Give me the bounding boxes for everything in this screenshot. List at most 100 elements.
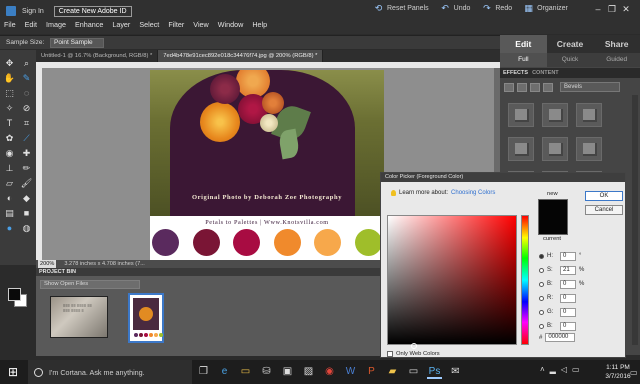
- chrome-icon[interactable]: ◉: [322, 364, 337, 379]
- redo-button[interactable]: ↷ Redo: [482, 4, 512, 13]
- apply-icon[interactable]: [543, 82, 553, 92]
- clone-stamp-icon[interactable]: ⊥: [3, 163, 16, 174]
- tab-content[interactable]: CONTENT: [532, 68, 559, 78]
- file-explorer-icon[interactable]: ▭: [238, 364, 253, 379]
- doc-tab-untitled[interactable]: Untitled-1 @ 16.7% (Background, RGB/8) *: [36, 50, 159, 62]
- powerpoint-icon[interactable]: P: [364, 364, 379, 379]
- ok-button[interactable]: OK: [585, 191, 623, 201]
- pencil-tool-icon[interactable]: ✏: [20, 163, 33, 174]
- menu-view[interactable]: View: [193, 20, 208, 29]
- crop-tool-icon[interactable]: ⌗: [20, 118, 33, 129]
- folder-icon[interactable]: ▰: [385, 364, 400, 379]
- menu-help[interactable]: Help: [252, 20, 267, 29]
- tab-edit[interactable]: Edit: [500, 35, 547, 53]
- color-field[interactable]: [387, 215, 517, 345]
- eraser-tool-icon[interactable]: ▱: [3, 178, 16, 189]
- menu-image[interactable]: Image: [46, 20, 66, 29]
- straighten-tool-icon[interactable]: ⟋: [20, 133, 33, 144]
- paint-bucket-icon[interactable]: ◆: [20, 193, 33, 204]
- show-hidden-icon[interactable]: ˄: [540, 365, 545, 374]
- cookie-cutter-icon[interactable]: ✿: [3, 133, 16, 144]
- menu-window[interactable]: Window: [218, 20, 244, 29]
- show-files-select[interactable]: Show Open Files: [40, 280, 140, 289]
- green-radio[interactable]: [539, 309, 544, 315]
- effect-category-select[interactable]: Bevels: [560, 82, 620, 92]
- menu-select[interactable]: Select: [139, 20, 159, 29]
- brightness-input[interactable]: 0: [560, 279, 576, 289]
- move-tool-icon[interactable]: ✥: [3, 58, 16, 69]
- effect-thumbnail[interactable]: [576, 137, 602, 161]
- layer-styles-icon[interactable]: [517, 82, 527, 92]
- tab-create[interactable]: Create: [547, 35, 594, 53]
- monitor-icon[interactable]: ▭: [406, 364, 421, 379]
- menu-filter[interactable]: Filter: [168, 20, 184, 29]
- selection-brush-icon[interactable]: ⊘: [20, 103, 33, 114]
- sponge-tool-icon[interactable]: ◍: [20, 223, 33, 234]
- red-input[interactable]: 0: [560, 293, 576, 303]
- tab-guided[interactable]: Guided: [593, 53, 640, 67]
- windows-start-icon[interactable]: ⊞: [8, 366, 20, 378]
- blue-radio[interactable]: [539, 323, 544, 329]
- shape-tool-icon[interactable]: ■: [20, 208, 33, 219]
- create-id-button[interactable]: Create New Adobe ID: [53, 5, 132, 17]
- filters-icon[interactable]: [504, 82, 514, 92]
- photoshop-elements-icon[interactable]: Ps: [427, 364, 442, 379]
- magic-wand-icon[interactable]: ✧: [3, 103, 16, 114]
- green-input[interactable]: 0: [560, 307, 576, 317]
- tab-effects[interactable]: EFFECTS: [503, 68, 528, 78]
- zoom-level[interactable]: 200%: [38, 260, 57, 268]
- palette-strip[interactable]: Petals to Palettes | Www.Knotsvilla.com: [150, 216, 384, 260]
- smart-brush-icon[interactable]: ◐: [3, 193, 16, 204]
- brightness-radio[interactable]: [539, 281, 544, 287]
- tab-quick[interactable]: Quick: [547, 53, 594, 67]
- cancel-button[interactable]: Cancel: [585, 205, 623, 215]
- bouquet-photo[interactable]: Original Photo by Deborah Zoe Photograph…: [150, 70, 384, 216]
- foreground-color-swatch[interactable]: [8, 288, 21, 301]
- menu-layer[interactable]: Layer: [112, 20, 130, 29]
- close-icon[interactable]: ✕: [620, 4, 632, 14]
- bin-thumbnail-photo[interactable]: [128, 293, 164, 343]
- hand-tool-icon[interactable]: ✋: [3, 73, 16, 84]
- red-eye-tool-icon[interactable]: ◉: [3, 148, 16, 159]
- photo-app-icon[interactable]: ▨: [301, 364, 316, 379]
- notifications-icon[interactable]: ▭: [630, 368, 638, 377]
- hue-radio[interactable]: [539, 253, 544, 259]
- minimize-icon[interactable]: –: [592, 4, 604, 14]
- effect-thumbnail[interactable]: [542, 137, 568, 161]
- marquee-tool-icon[interactable]: ⬚: [3, 88, 16, 99]
- blue-input[interactable]: 0: [560, 321, 576, 331]
- undo-button[interactable]: ↶ Undo: [441, 4, 470, 13]
- hue-input[interactable]: 0: [560, 251, 576, 261]
- menu-enhance[interactable]: Enhance: [75, 20, 103, 29]
- hex-input[interactable]: 000000: [545, 333, 576, 342]
- menu-file[interactable]: File: [4, 20, 16, 29]
- zoom-tool-icon[interactable]: ⌕: [20, 58, 33, 69]
- task-view-icon[interactable]: ❐: [196, 364, 211, 379]
- gradient-tool-icon[interactable]: ▤: [3, 208, 16, 219]
- red-radio[interactable]: [539, 295, 544, 301]
- saturation-input[interactable]: 21: [560, 265, 576, 275]
- type-tool-icon[interactable]: T: [3, 118, 16, 129]
- blur-tool-icon[interactable]: ●: [3, 223, 16, 234]
- bin-thumbnail-untitled[interactable]: ≡≡≡ ≡≡ ≡≡≡≡ ≡≡ ≡≡≡ ≡≡≡≡ ≡: [50, 296, 108, 338]
- effect-thumbnail[interactable]: [542, 103, 568, 127]
- effect-thumbnail[interactable]: [508, 103, 534, 127]
- brush-tool-icon[interactable]: 🖌: [20, 178, 33, 189]
- hue-slider[interactable]: [521, 215, 529, 345]
- color-field-marker[interactable]: [411, 343, 417, 349]
- reset-panels-button[interactable]: ⟲ Reset Panels: [374, 4, 429, 13]
- tab-share[interactable]: Share: [593, 35, 640, 53]
- saturation-radio[interactable]: [539, 267, 544, 273]
- effects-scrollbar[interactable]: [632, 95, 638, 345]
- volume-icon[interactable]: ◁: [561, 365, 567, 374]
- eyedropper-tool-icon[interactable]: ✎: [20, 73, 33, 84]
- choosing-colors-link[interactable]: Choosing Colors: [451, 190, 495, 196]
- battery-icon[interactable]: ▭: [572, 365, 580, 374]
- mail-icon[interactable]: ✉: [448, 364, 463, 379]
- effect-thumbnail[interactable]: [576, 103, 602, 127]
- menu-edit[interactable]: Edit: [25, 20, 37, 29]
- tab-full[interactable]: Full: [500, 53, 547, 67]
- photo-effects-icon[interactable]: [530, 82, 540, 92]
- word-icon[interactable]: W: [343, 364, 358, 379]
- charts-app-icon[interactable]: ▣: [280, 364, 295, 379]
